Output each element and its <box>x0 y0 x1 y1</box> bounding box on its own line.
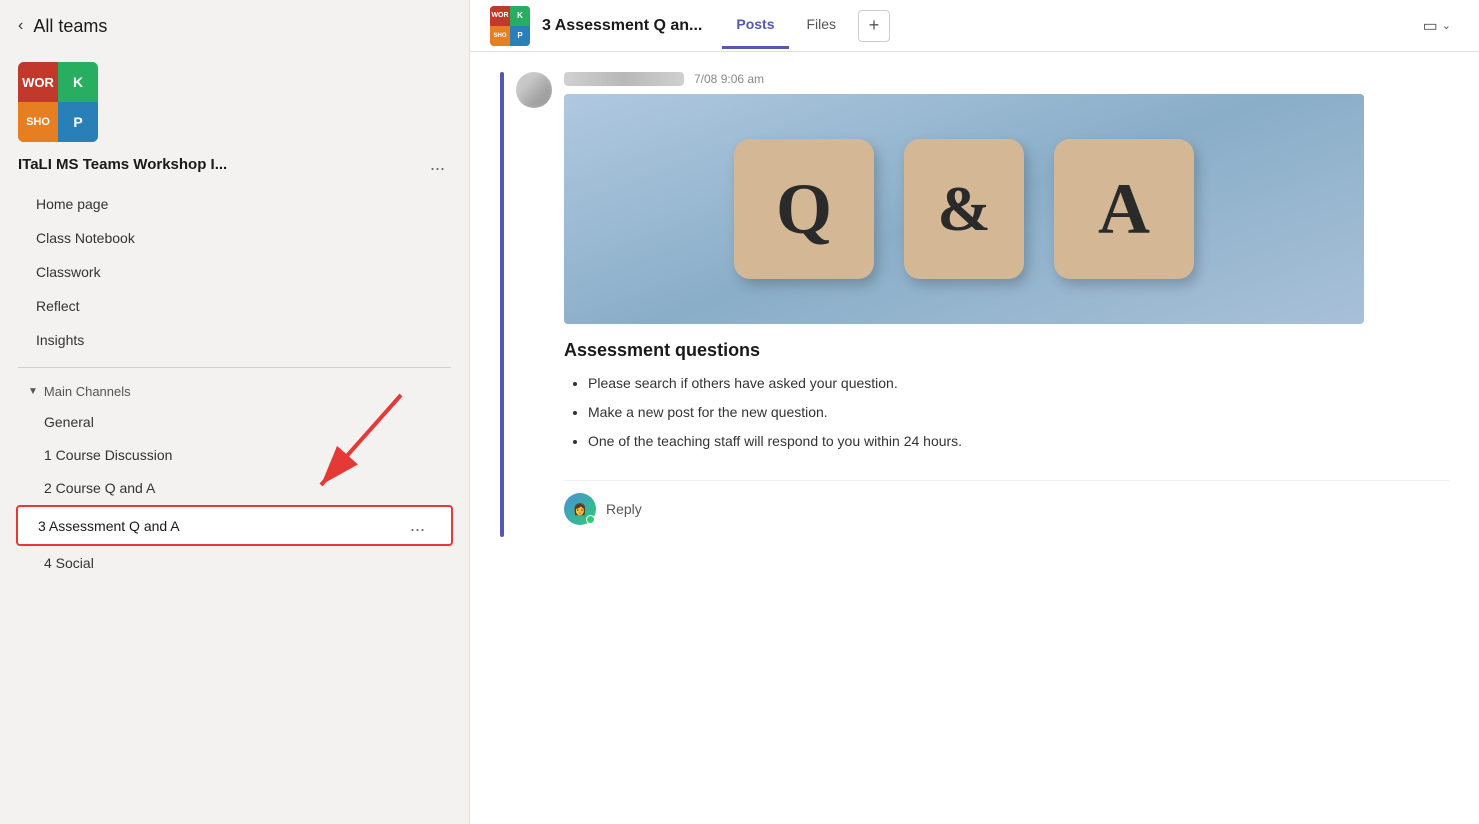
channel-item-assessment-qa[interactable]: 3 Assessment Q and A ... <box>16 505 453 546</box>
nav-item-reflect[interactable]: Reflect <box>8 290 461 322</box>
reply-avatar: 👩 <box>564 493 596 525</box>
online-status-dot <box>586 515 595 524</box>
message-timestamp: 7/08 9:06 am <box>694 72 764 86</box>
selected-channel-container: 3 Assessment Q and A ... <box>8 505 461 546</box>
avatar <box>516 72 552 108</box>
avatar-image <box>516 72 552 108</box>
all-teams-label: All teams <box>33 16 107 37</box>
qa-block-amp: & <box>904 139 1024 279</box>
back-chevron-icon: ‹ <box>18 17 23 35</box>
message-item: 7/08 9:06 am Q & A Assessment questions … <box>500 72 1449 537</box>
header-actions: ▭ ⌄ <box>1415 12 1459 40</box>
team-logo: WOR K SHO P <box>18 62 98 142</box>
channel-header: WOR K SHO P 3 Assessment Q an... Posts F… <box>470 0 1479 52</box>
triangle-icon: ▼ <box>28 386 38 397</box>
nav-item-insights[interactable]: Insights <box>8 324 461 356</box>
team-name-row: ITaLI MS Teams Workshop I... ... <box>0 152 469 187</box>
bullet-item-2: Make a new post for the new question. <box>588 402 1449 423</box>
channel-item-course-discussion[interactable]: 1 Course Discussion <box>16 439 453 471</box>
team-name: ITaLI MS Teams Workshop I... <box>18 156 414 173</box>
message-header: 7/08 9:06 am <box>564 72 1449 86</box>
sidebar: ‹ All teams WOR K SHO P ITaLI MS Teams W… <box>0 0 470 824</box>
all-teams-nav[interactable]: ‹ All teams <box>0 0 469 52</box>
posts-area: 7/08 9:06 am Q & A Assessment questions … <box>470 52 1479 824</box>
channel-item-general[interactable]: General <box>16 406 453 438</box>
channel-icon: WOR K SHO P <box>490 6 530 46</box>
tab-files[interactable]: Files <box>793 2 851 49</box>
bullet-item-1: Please search if others have asked your … <box>588 373 1449 394</box>
video-dropdown-icon: ⌄ <box>1442 19 1451 32</box>
nav-item-home[interactable]: Home page <box>8 188 461 220</box>
qa-block-q: Q <box>734 139 874 279</box>
qa-image: Q & A <box>564 94 1364 324</box>
reply-bar: 👩 Reply <box>564 480 1449 537</box>
nav-item-class-notebook[interactable]: Class Notebook <box>8 222 461 254</box>
channel-more-button[interactable]: ... <box>404 513 431 538</box>
tab-posts[interactable]: Posts <box>722 2 788 49</box>
tab-add-button[interactable]: + <box>858 10 890 42</box>
channel-item-social[interactable]: 4 Social <box>16 547 453 579</box>
bullet-list: Please search if others have asked your … <box>564 373 1449 460</box>
video-call-button[interactable]: ▭ ⌄ <box>1415 12 1459 40</box>
divider <box>18 367 451 368</box>
channel-header-title: 3 Assessment Q an... <box>542 17 702 35</box>
post-title: Assessment questions <box>564 340 1449 361</box>
channels-section-label: Main Channels <box>44 384 131 399</box>
channel-item-label: 3 Assessment Q and A <box>38 518 180 534</box>
qa-block-a: A <box>1054 139 1194 279</box>
message-meta: 7/08 9:06 am Q & A Assessment questions … <box>564 72 1449 537</box>
main-content: WOR K SHO P 3 Assessment Q an... Posts F… <box>470 0 1479 824</box>
reply-button[interactable]: Reply <box>606 501 642 517</box>
nav-item-classwork[interactable]: Classwork <box>8 256 461 288</box>
channels-section: ▼ Main Channels General 1 Course Discuss… <box>0 378 469 580</box>
team-more-button[interactable]: ... <box>424 152 451 177</box>
channels-header[interactable]: ▼ Main Channels <box>8 378 461 405</box>
bullet-item-3: One of the teaching staff will respond t… <box>588 431 1449 452</box>
sender-name-blurred <box>564 72 684 86</box>
message-accent-bar <box>500 72 504 537</box>
header-tabs: Posts Files + <box>722 2 1414 49</box>
video-icon: ▭ <box>1423 16 1438 36</box>
channel-item-course-qa[interactable]: 2 Course Q and A <box>16 472 453 504</box>
